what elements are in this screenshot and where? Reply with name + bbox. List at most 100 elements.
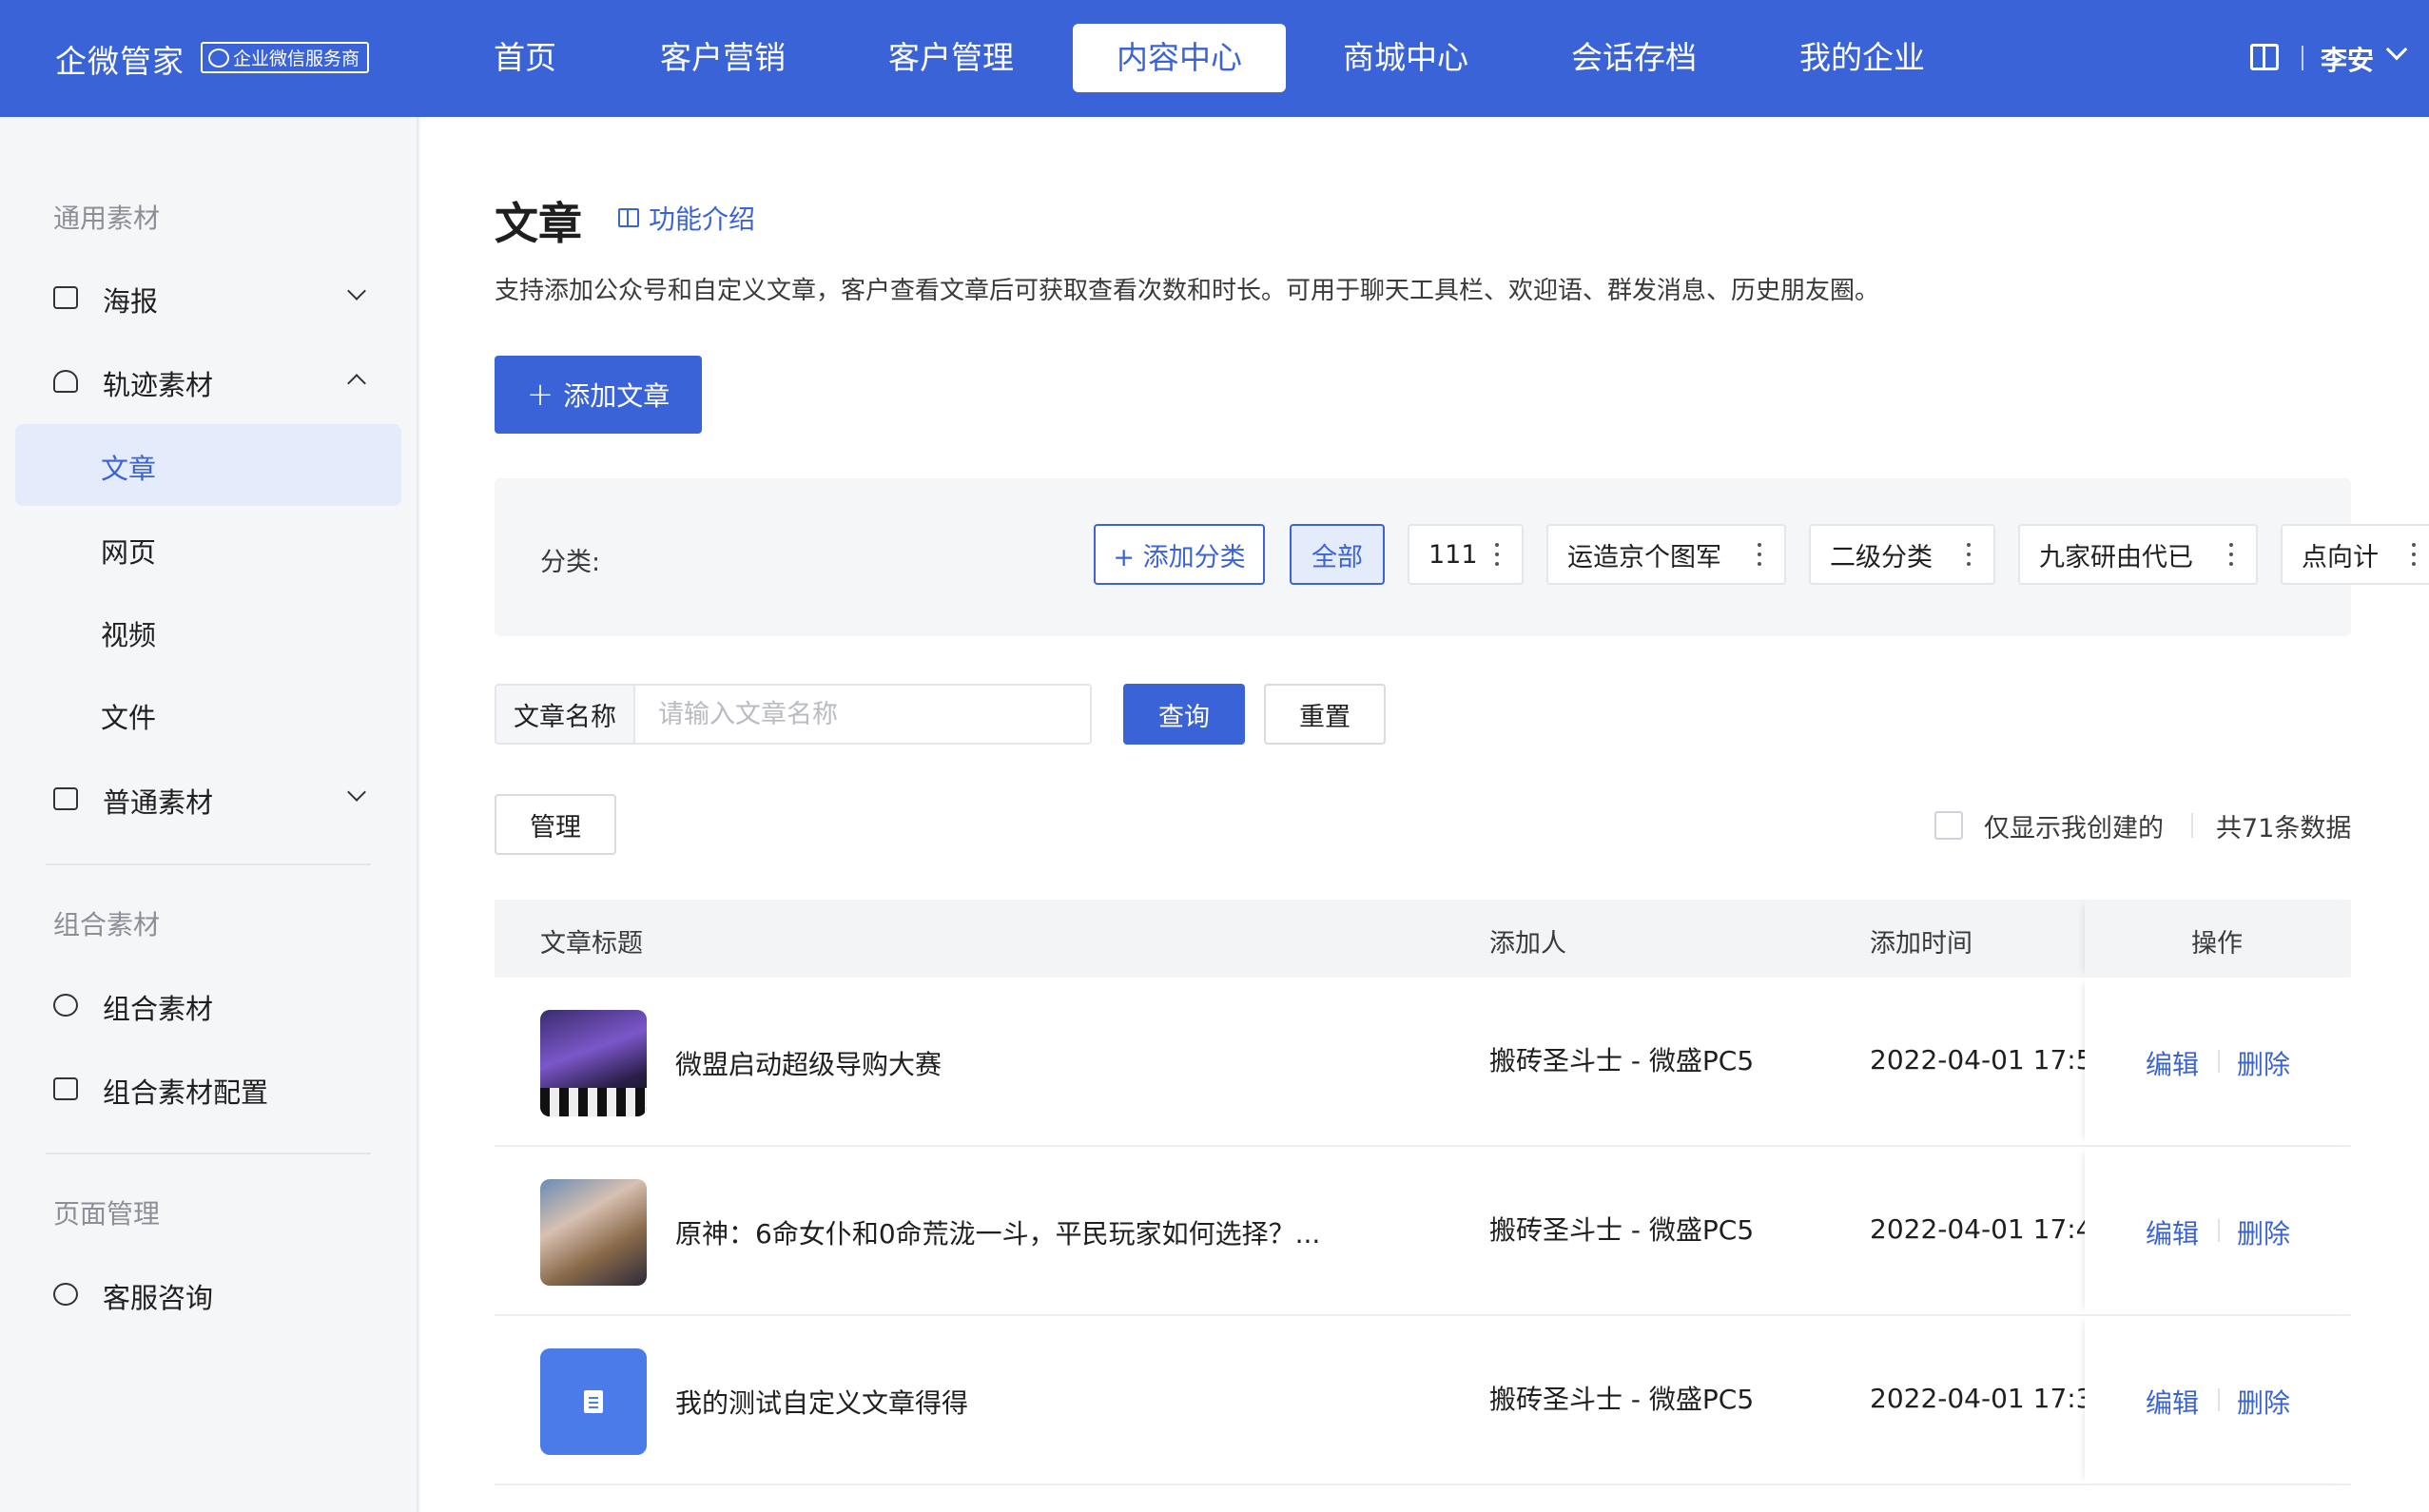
nav-my-enterprise[interactable]: 我的企业 <box>1786 24 1938 92</box>
sidebar-item-customer-service[interactable]: 客服咨询 <box>15 1253 401 1335</box>
column-header-adder: 添加人 <box>1489 929 1566 959</box>
sidebar-item-combo-materials[interactable]: 组合素材 <box>15 964 401 1046</box>
column-header-title: 文章标题 <box>540 929 643 959</box>
row-actions-cell: 编辑 删除 <box>2085 978 2351 1145</box>
sidebar-item-label: 文章 <box>101 453 157 485</box>
user-area: 李安 <box>2220 0 2429 117</box>
article-thumbnail <box>540 1348 647 1455</box>
chevron-down-icon <box>347 783 366 802</box>
nav-home[interactable]: 首页 <box>466 24 584 92</box>
article-adder: 搬砖圣斗士 - 微盛PC5 <box>1489 1214 1755 1246</box>
sidebar-item-webpage[interactable]: 网页 <box>15 508 401 590</box>
badge-text: 企业微信服务商 <box>233 48 360 69</box>
chat-bubble-icon <box>208 48 229 68</box>
row-actions-cell: 编辑 删除 <box>2085 1316 2351 1483</box>
edit-button[interactable]: 编辑 <box>2146 1213 2199 1251</box>
category-chip[interactable]: 运造京个图军 <box>1546 524 1786 585</box>
nav-content-center[interactable]: 内容中心 <box>1073 24 1286 92</box>
category-label: 分类: <box>540 548 601 577</box>
nav-customer-management[interactable]: 客户管理 <box>875 24 1027 92</box>
nav-mall-center[interactable]: 商城中心 <box>1330 24 1482 92</box>
sidebar-item-file[interactable]: 文件 <box>15 673 401 755</box>
table-row: 微盟启动超级导购大赛 搬砖圣斗士 - 微盛PC5 2022-04-01 17:5… <box>495 978 2351 1147</box>
divider <box>2218 1050 2220 1073</box>
manage-button[interactable]: 管理 <box>495 794 616 855</box>
only-mine-checkbox[interactable] <box>1934 811 1963 840</box>
more-vertical-icon[interactable] <box>2412 543 2416 566</box>
only-mine-label[interactable]: 仅显示我创建的 <box>1984 807 2164 844</box>
article-thumbnail <box>540 1179 647 1286</box>
category-filter: 分类: + 添加分类 全部 111 运造京个图军 二级分类 九家研由代已 点向计 <box>495 478 2429 636</box>
edit-button[interactable]: 编辑 <box>2146 1383 2199 1421</box>
sidebar-item-combo-config[interactable]: 组合素材配置 <box>15 1048 401 1130</box>
category-chip[interactable]: 点向计 <box>2281 524 2429 585</box>
more-vertical-icon[interactable] <box>1495 543 1499 566</box>
column-header-actions-cell: 操作 <box>2085 900 2351 978</box>
document-icon <box>584 1390 603 1413</box>
add-article-label: 添加文章 <box>563 380 670 412</box>
page-description: 支持添加公众号和自定义文章，客户查看文章后可获取查看次数和时长。可用于聊天工具栏… <box>495 277 1880 305</box>
page-title: 文章 <box>495 198 582 249</box>
total-count: 共71条数据 <box>2216 814 2352 843</box>
category-chip-label: 运造京个图军 <box>1567 542 1721 572</box>
brand-name[interactable]: 企微管家 <box>55 36 185 82</box>
group-general-materials: 通用素材 <box>53 203 161 234</box>
delete-button[interactable]: 删除 <box>2237 1383 2290 1421</box>
category-chip-label: 111 <box>1428 539 1478 570</box>
category-chip[interactable]: 111 <box>1408 524 1524 585</box>
image-add-icon <box>53 787 78 810</box>
nav-customer-marketing[interactable]: 客户营销 <box>647 24 799 92</box>
group-page-management: 页面管理 <box>53 1198 161 1230</box>
article-title[interactable]: 我的测试自定义文章得得 <box>675 1383 968 1421</box>
add-category-button[interactable]: + 添加分类 <box>1094 524 1265 585</box>
image-icon <box>53 286 78 309</box>
sidebar-item-label: 组合素材配置 <box>103 1076 269 1109</box>
article-name-input[interactable] <box>637 686 1090 743</box>
sidebar-divider <box>46 1153 371 1154</box>
user-name[interactable]: 李安 <box>2321 40 2374 78</box>
article-name-search: 文章名称 <box>495 684 1092 745</box>
location-icon <box>53 370 78 393</box>
edit-button[interactable]: 编辑 <box>2146 1044 2199 1082</box>
more-vertical-icon[interactable] <box>2229 543 2233 566</box>
category-chip[interactable]: 二级分类 <box>1809 524 1995 585</box>
group-combo-materials: 组合素材 <box>53 909 161 940</box>
search-label: 文章名称 <box>496 686 635 743</box>
article-title[interactable]: 微盟启动超级导购大赛 <box>675 1044 942 1082</box>
top-header: 企微管家 企业微信服务商 首页 客户营销 客户管理 内容中心 商城中心 会话存档… <box>0 0 2429 117</box>
sidebar-item-poster[interactable]: 海报 <box>15 257 401 339</box>
article-title[interactable]: 原神：6命女仆和0命荒泷一斗，平民玩家如何选择？... <box>675 1213 1320 1251</box>
chevron-down-icon <box>347 281 366 300</box>
feature-intro-link[interactable]: 功能介绍 <box>618 199 755 237</box>
query-button[interactable]: 查询 <box>1123 684 1245 745</box>
category-chip-label: 二级分类 <box>1830 542 1933 572</box>
delete-button[interactable]: 删除 <box>2237 1044 2290 1082</box>
table-header: 文章标题 添加人 添加时间 操作 <box>495 900 2351 978</box>
feature-intro-label: 功能介绍 <box>649 204 756 235</box>
copy-icon <box>53 1077 78 1100</box>
table-row: 我的测试自定义文章得得 搬砖圣斗士 - 微盛PC5 2022-04-01 17:… <box>495 1316 2351 1485</box>
table-row: 原神：6命女仆和0命荒泷一斗，平民玩家如何选择？... 搬砖圣斗士 - 微盛PC… <box>495 1147 2351 1316</box>
add-article-button[interactable]: + 添加文章 <box>495 356 702 434</box>
category-chip-label: 九家研由代已 <box>2039 542 2193 572</box>
column-header-actions: 操作 <box>2191 929 2243 959</box>
more-vertical-icon[interactable] <box>1758 543 1761 566</box>
chevron-down-icon[interactable] <box>2385 38 2408 61</box>
sidebar-item-track-materials[interactable]: 轨迹素材 <box>15 340 401 422</box>
sidebar-item-label: 轨迹素材 <box>103 369 214 401</box>
chevron-up-icon <box>347 374 366 393</box>
category-chip[interactable]: 九家研由代已 <box>2018 524 2258 585</box>
more-vertical-icon[interactable] <box>1967 543 1971 566</box>
sidebar-item-normal-materials[interactable]: 普通素材 <box>15 758 401 840</box>
sidebar-item-article[interactable]: 文章 <box>15 424 401 506</box>
sidebar: 通用素材 海报 轨迹素材 文章 网页 视频 文件 普通素材 组合素材 组合素材 … <box>0 117 418 1512</box>
link-icon <box>53 994 78 1017</box>
nav-session-archive[interactable]: 会话存档 <box>1558 24 1710 92</box>
book-icon[interactable] <box>2250 44 2279 70</box>
delete-button[interactable]: 删除 <box>2237 1213 2290 1251</box>
sidebar-item-video[interactable]: 视频 <box>15 591 401 672</box>
plus-icon: + <box>526 376 554 414</box>
category-chip-all[interactable]: 全部 <box>1290 524 1385 585</box>
reset-button[interactable]: 重置 <box>1264 684 1386 745</box>
article-adder: 搬砖圣斗士 - 微盛PC5 <box>1489 1384 1755 1415</box>
